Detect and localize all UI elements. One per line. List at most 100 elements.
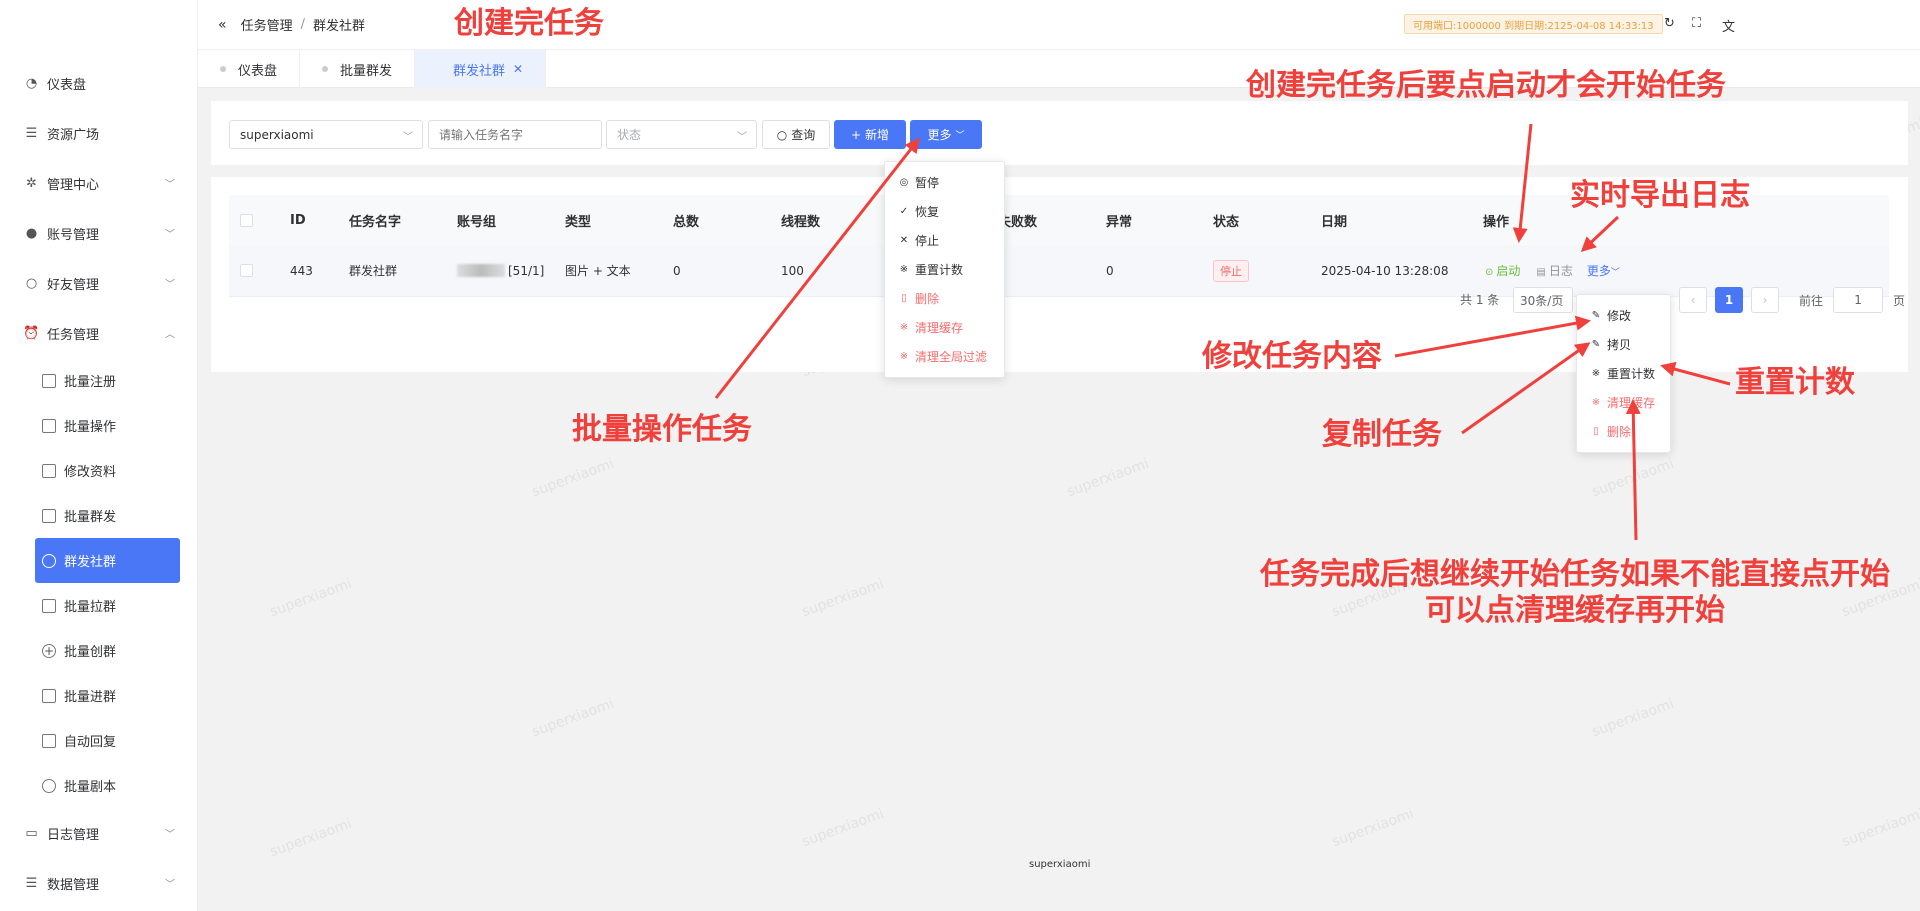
cell-abnormal: 0: [1106, 263, 1114, 278]
row-more-button[interactable]: 更多﹀: [1587, 262, 1620, 279]
watermark: superxiaomi: [529, 695, 617, 741]
dropdown-item-reset-count[interactable]: ※ 重置计数: [1577, 359, 1670, 388]
start-label: 启动: [1496, 264, 1521, 278]
submenu-auto-reply[interactable]: 自动回复: [0, 718, 197, 763]
collapse-sidebar-icon[interactable]: «: [218, 17, 227, 33]
mail-icon: [42, 508, 56, 523]
breadcrumb: 任务管理 / 群发社群: [241, 15, 365, 34]
dropdown-item-reset-count[interactable]: ※ 重置计数: [885, 255, 1004, 284]
sidebar-item-accounts[interactable]: ● 账号管理 ﹀: [0, 208, 197, 258]
dropdown-item-stop[interactable]: ✕ 停止: [885, 226, 1004, 255]
dropdown-item-label: 暂停: [915, 176, 940, 190]
breadcrumb-item[interactable]: 任务管理: [241, 15, 293, 34]
submenu-label: 自动回复: [64, 735, 117, 750]
loading-icon: ※: [1591, 368, 1601, 379]
user-icon: ●: [25, 225, 38, 241]
dropdown-item-label: 清理缓存: [915, 321, 964, 335]
plus-icon: +: [850, 127, 862, 142]
submenu-batch-register[interactable]: 批量注册: [0, 358, 197, 403]
prev-page-button[interactable]: ‹: [1679, 287, 1707, 313]
sidebar-item-resources[interactable]: ☰ 资源广场: [0, 108, 197, 158]
message-icon: [42, 733, 56, 748]
watermark: superxiaomi: [1329, 805, 1417, 851]
page-size-select[interactable]: 30条/页: [1513, 287, 1573, 313]
submenu-group-mass-send[interactable]: 群发社群: [35, 538, 180, 583]
query-button[interactable]: ○ 查询: [762, 120, 830, 149]
refresh-icon[interactable]: ↻: [1664, 16, 1675, 31]
loading-icon: ※: [899, 351, 909, 362]
submenu-edit-profile[interactable]: 修改资料: [0, 448, 197, 493]
tab-dashboard[interactable]: 仪表盘: [198, 50, 301, 88]
translate-icon[interactable]: 文: [1722, 16, 1735, 35]
dropdown-item-edit[interactable]: ✎ 修改: [1577, 301, 1670, 330]
cell-type: 图片 + 文本: [565, 264, 631, 278]
dropdown-item-clear-cache[interactable]: ※ 清理缓存: [1577, 388, 1670, 417]
trash-icon: ▯: [1593, 426, 1599, 437]
sidebar-item-data[interactable]: ☰ 数据管理 ﹀: [0, 858, 197, 908]
page-size-box[interactable]: 30条/页: [1513, 287, 1573, 313]
task-name-input[interactable]: [428, 120, 602, 149]
watermark: superxiaomi: [1064, 455, 1152, 501]
dropdown-item-label: 删除: [1607, 425, 1632, 439]
dropdown-item-pause[interactable]: ◎ 暂停: [885, 168, 1004, 197]
tab-label: 群发社群: [453, 63, 506, 79]
dropdown-item-clear-global-filter[interactable]: ※ 清理全局过滤: [885, 342, 1004, 371]
sidebar-item-management[interactable]: ✲ 管理中心 ﹀: [0, 158, 197, 208]
add-button[interactable]: + 新增: [834, 120, 906, 149]
submenu-batch-operation[interactable]: 批量操作: [0, 403, 197, 448]
col-account-group: 账号组: [457, 214, 497, 230]
plus-circle-icon: +: [42, 643, 56, 658]
sidebar-item-dashboard[interactable]: ◔ 仪表盘: [0, 58, 197, 108]
chevron-down-icon: ﹀: [165, 179, 175, 191]
annotation-batch: 批量操作任务: [572, 412, 752, 447]
dropdown-item-copy[interactable]: ✎ 拷贝: [1577, 330, 1670, 359]
sidebar: ◔ 仪表盘 ☰ 资源广场 ✲ 管理中心 ﹀ ● 账号管理 ﹀ ○ 好友管理 ﹀ …: [0, 0, 198, 911]
page-number-current[interactable]: 1: [1715, 287, 1743, 313]
status-select[interactable]: 状态 ﹀: [606, 120, 757, 149]
pager-controls: ‹ 1 › 前往 1 页: [1679, 287, 1905, 313]
submenu-label: 批量剧本: [64, 780, 117, 795]
dropdown-item-clear-cache[interactable]: ※ 清理缓存: [885, 313, 1004, 342]
tab-group-mass-send[interactable]: 群发社群 ✕: [415, 50, 547, 88]
log-button[interactable]: ▤ 日志: [1536, 262, 1572, 279]
user-outline-icon: ○: [25, 275, 38, 291]
sidebar-item-label: 任务管理: [47, 327, 100, 343]
dropdown-item-delete[interactable]: ▯ 删除: [1577, 417, 1670, 446]
fullscreen-icon[interactable]: ⛶: [1692, 16, 1701, 31]
batch-more-dropdown: ◎ 暂停 ✓ 恢复 ✕ 停止 ※ 重置计数 ▯ 删除 ※ 清理缓存 ※ 清理全局过滤: [884, 161, 1005, 378]
close-icon[interactable]: ✕: [513, 62, 523, 76]
cell-status: 停止: [1213, 245, 1249, 296]
pagination: 共 1 条: [1460, 291, 1499, 308]
tab-batch-mass-send[interactable]: 批量群发: [300, 50, 416, 88]
dropdown-item-resume[interactable]: ✓ 恢复: [885, 197, 1004, 226]
chat-icon: [42, 778, 56, 793]
submenu-batch-pull-group[interactable]: 批量拉群: [0, 583, 197, 628]
goto-page-input[interactable]: 1: [1833, 287, 1884, 313]
submenu-batch-script[interactable]: 批量剧本: [0, 763, 197, 808]
chevron-down-icon: ﹀: [165, 879, 175, 891]
dropdown-item-delete[interactable]: ▯ 删除: [885, 284, 1004, 313]
annotation-cache-line: 任务完成后想继续开始任务如果不能直接点开始: [1260, 557, 1890, 592]
breadcrumb-separator: /: [300, 17, 305, 32]
cell-date: 2025-04-10 13:28:08: [1321, 263, 1449, 278]
dropdown-item-label: 停止: [915, 234, 940, 248]
status-badge: 停止: [1213, 259, 1249, 282]
submenu-batch-create-group[interactable]: + 批量创群: [0, 628, 197, 673]
more-button[interactable]: 更多 ﹀: [910, 120, 982, 149]
sidebar-item-friends[interactable]: ○ 好友管理 ﹀: [0, 258, 197, 308]
account-select[interactable]: superxiaomi ﹀: [229, 120, 423, 149]
submenu-batch-join-group[interactable]: 批量进群: [0, 673, 197, 718]
submenu-batch-mass-send[interactable]: 批量群发: [0, 493, 197, 538]
select-all-checkbox[interactable]: [240, 213, 253, 227]
row-checkbox[interactable]: [240, 264, 253, 277]
col-threads: 线程数: [781, 214, 821, 230]
start-button[interactable]: ⊙ 启动: [1485, 262, 1520, 279]
row-more-label: 更多: [1586, 264, 1611, 278]
loading-icon: ※: [899, 264, 909, 275]
next-page-button[interactable]: ›: [1751, 287, 1779, 313]
message-icon: [42, 598, 56, 613]
submenu-label: 批量进群: [64, 690, 117, 705]
sidebar-item-logs[interactable]: ▭ 日志管理 ﹀: [0, 808, 197, 858]
message-icon: ▭: [25, 825, 38, 841]
sidebar-item-tasks[interactable]: ⏰ 任务管理 ︿: [0, 308, 197, 358]
